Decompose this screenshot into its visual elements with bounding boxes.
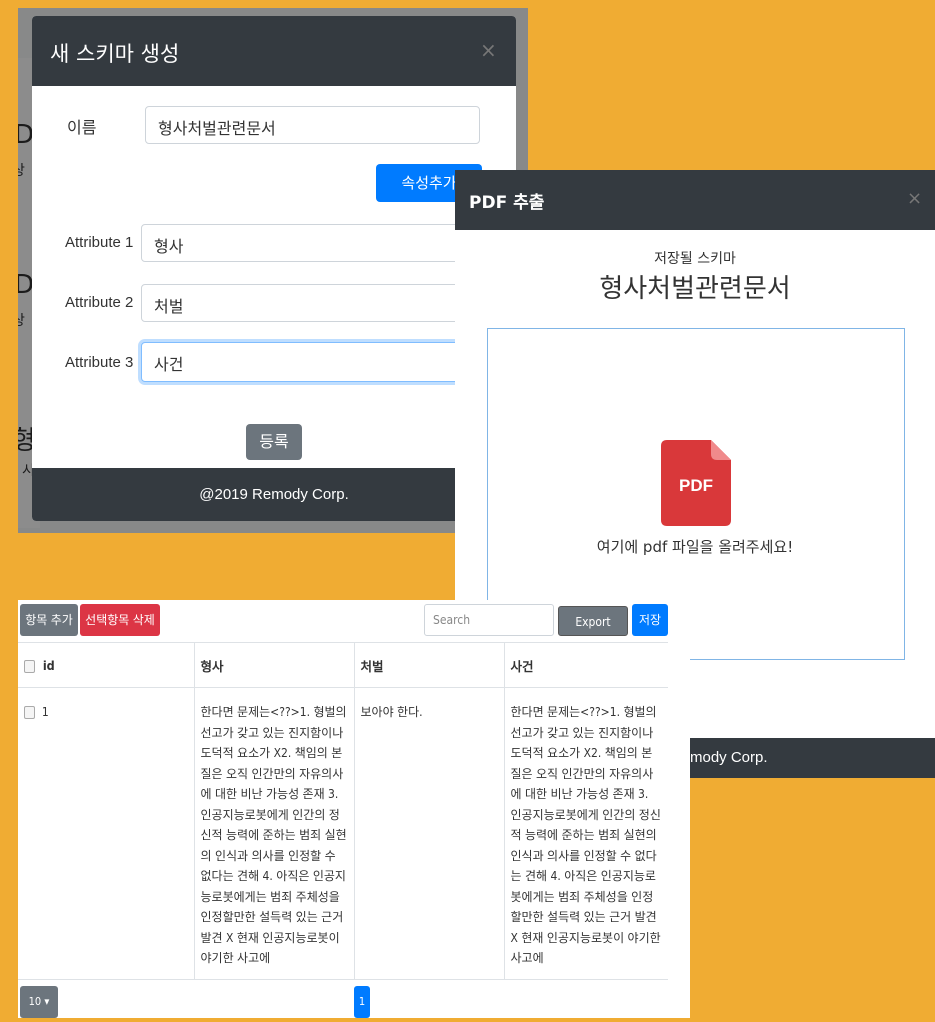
page-size-dropdown[interactable]: 10 ▾ xyxy=(20,986,58,1018)
schema-screenshot: D 상 D 상 형 시 새 스키마 생성 × 이름 형사처벌관련문서 속성추가 … xyxy=(18,8,528,533)
pdf-file-icon: PDF xyxy=(661,440,731,526)
attribute-3-label: Attribute 3 xyxy=(65,354,134,371)
schema-name-input[interactable]: 형사처벌관련문서 xyxy=(145,106,480,144)
row-checkbox[interactable] xyxy=(24,706,35,719)
data-table-panel: 항목 추가 선택항목 삭제 Search Export CSV!! 저장 id … xyxy=(18,600,690,1018)
attribute-1-input[interactable]: 형사 xyxy=(141,224,481,262)
add-attribute-label: 속성추가 xyxy=(401,174,457,192)
column-header[interactable]: 사건 xyxy=(503,642,668,688)
attribute-3-input[interactable]: 사건 xyxy=(141,342,481,382)
attribute-1-label: Attribute 1 xyxy=(65,234,134,251)
name-label: 이름 xyxy=(67,120,97,137)
table-cell[interactable]: 보아야 한다. xyxy=(353,687,504,980)
column-header[interactable]: 처벌 xyxy=(353,642,504,688)
caret-down-icon: ▾ xyxy=(44,995,50,1008)
table-cell[interactable]: 한다면 문제는<??>1. 형벌의 선고가 갖고 있는 진지함이나 도덕적 요소… xyxy=(503,687,668,980)
save-button[interactable]: 저장 xyxy=(632,604,668,636)
schema-subtitle: 저장될 스키마 xyxy=(654,251,736,267)
pdf-icon-label: PDF xyxy=(679,476,713,495)
export-csv-button[interactable]: Export CSV!! xyxy=(558,606,628,659)
add-item-button[interactable]: 항목 추가 xyxy=(20,604,78,636)
modal-header: PDF 추출 × xyxy=(455,170,935,230)
table-row[interactable]: 1 한다면 문제는<??>1. 형벌의 선고가 갖고 있는 진지함이나 도덕적 … xyxy=(18,687,668,980)
submit-label: 등록 xyxy=(259,432,289,451)
data-table: id 형사 처벌 사건 1 한다면 문제는<??>1. 형벌의 선고가 갖고 있… xyxy=(18,642,668,980)
table-header-row: id 형사 처벌 사건 xyxy=(18,642,668,688)
attribute-2-input[interactable]: 처벌 xyxy=(141,284,481,322)
page-size-value: 10 xyxy=(28,995,42,1008)
column-header[interactable]: 형사 xyxy=(193,642,354,688)
modal-header: 새 스키마 생성 × xyxy=(32,16,516,86)
table-cell[interactable]: 한다면 문제는<??>1. 형벌의 선고가 갖고 있는 진지함이나 도덕적 요소… xyxy=(193,687,354,980)
table-cell: 1 xyxy=(18,687,194,980)
page-button-current[interactable]: 1 xyxy=(354,986,370,1018)
search-input[interactable]: Search xyxy=(424,604,554,636)
delete-selected-button[interactable]: 선택항목 삭제 xyxy=(80,604,160,636)
modal-footer: @2019 Remody Corp. xyxy=(32,468,516,521)
schema-name: 형사처벌관련문서 xyxy=(599,274,791,304)
new-schema-modal: 새 스키마 생성 × 이름 형사처벌관련문서 속성추가 Attribute 1 … xyxy=(32,16,516,521)
column-header[interactable]: id xyxy=(18,642,194,688)
attribute-2-label: Attribute 2 xyxy=(65,294,134,311)
close-icon[interactable]: × xyxy=(480,38,497,62)
modal-title: 새 스키마 생성 xyxy=(50,42,180,66)
close-icon[interactable]: × xyxy=(907,188,922,209)
select-all-checkbox[interactable] xyxy=(24,659,35,673)
row-id: 1 xyxy=(41,705,49,719)
submit-button[interactable]: 등록 xyxy=(246,424,302,460)
drop-instruction: 여기에 pdf 파일을 올려주세요! xyxy=(596,538,794,556)
modal-title: PDF 추출 xyxy=(469,193,545,213)
column-id-label: id xyxy=(42,657,55,673)
